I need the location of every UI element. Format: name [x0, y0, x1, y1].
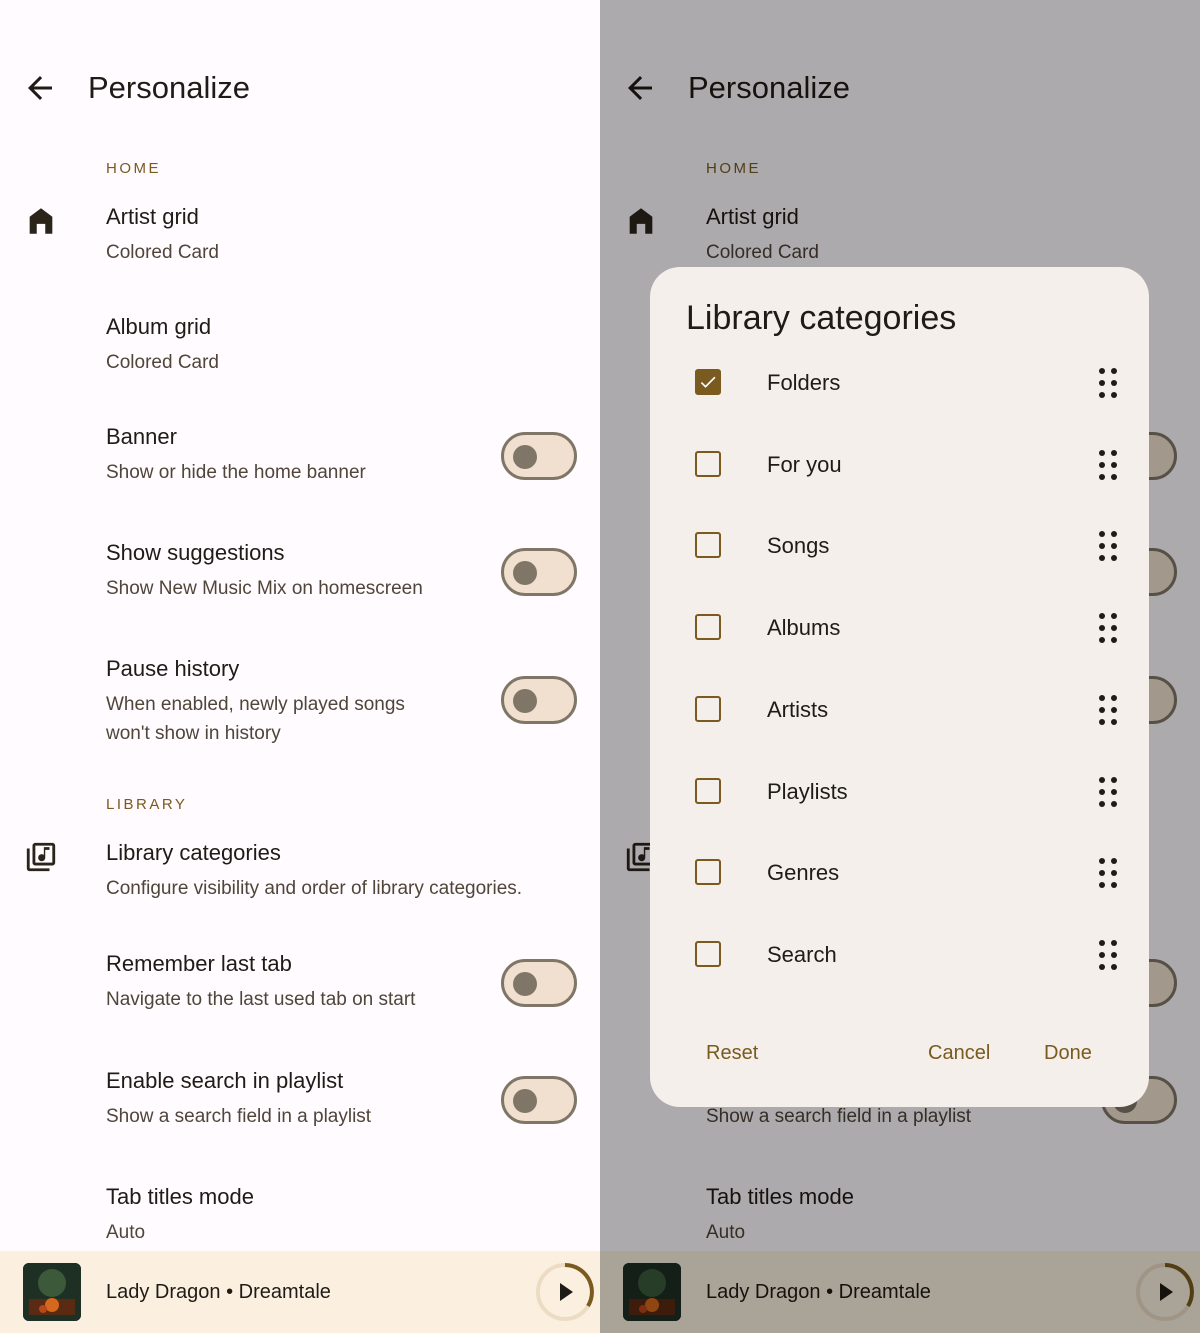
- setting-title: Pause history: [106, 656, 240, 681]
- category-checkbox[interactable]: [695, 532, 721, 559]
- suggestions-toggle[interactable]: [501, 548, 577, 596]
- home-icon: [29, 208, 53, 234]
- settings-screen: Personalize HOME Artist grid Colored Car…: [0, 0, 600, 1333]
- category-checkbox[interactable]: [695, 940, 721, 967]
- category-row[interactable]: Albums: [650, 596, 1149, 660]
- setting-title: Remember last tab: [106, 951, 292, 976]
- setting-subtitle: Colored Card: [106, 352, 219, 373]
- category-checkbox[interactable]: [695, 859, 721, 886]
- category-label: Artists: [767, 696, 829, 722]
- drag-handle-icon[interactable]: [1097, 694, 1119, 725]
- top-app-bar: Personalize: [0, 50, 600, 130]
- cancel-button[interactable]: Cancel: [928, 1042, 990, 1065]
- album-grid-setting[interactable]: Album grid Colored Card: [0, 314, 600, 384]
- category-label: Folders: [767, 370, 841, 395]
- library-music-icon: [26, 842, 56, 872]
- check-icon: [700, 376, 716, 388]
- setting-subtitle: Colored Card: [106, 242, 219, 263]
- drag-handle-icon[interactable]: [1097, 368, 1119, 398]
- page-title: Personalize: [88, 70, 250, 105]
- setting-title: Artist grid: [106, 204, 199, 229]
- drag-handle-icon[interactable]: [1097, 776, 1119, 807]
- back-button[interactable]: [22, 70, 58, 106]
- search-in-playlist-setting[interactable]: Enable search in playlist Show a search …: [0, 1068, 600, 1138]
- arrow-left-icon: [28, 76, 52, 100]
- track-title: Lady Dragon • Dreamtale: [106, 1281, 331, 1303]
- banner-toggle[interactable]: [501, 432, 577, 480]
- category-checkbox[interactable]: [695, 450, 721, 477]
- dialog-title: Library categories: [686, 299, 957, 337]
- done-button[interactable]: Done: [1044, 1042, 1092, 1065]
- library-categories-setting[interactable]: Library categories Configure visibility …: [0, 840, 600, 910]
- setting-subtitle: Show or hide the home banner: [106, 462, 366, 483]
- category-label: Albums: [767, 615, 841, 641]
- setting-subtitle: Configure visibility and order of librar…: [106, 878, 523, 899]
- setting-subtitle: Auto: [106, 1222, 146, 1243]
- drag-handle-icon[interactable]: [1097, 858, 1119, 889]
- show-suggestions-setting[interactable]: Show suggestions Show New Music Mix on h…: [0, 540, 600, 610]
- category-checkbox[interactable]: [695, 777, 721, 804]
- setting-title: Banner: [106, 424, 177, 449]
- remember-tab-toggle[interactable]: [501, 959, 577, 1007]
- category-row[interactable]: Search: [650, 923, 1149, 987]
- setting-title: Show suggestions: [106, 540, 285, 565]
- drag-handle-icon[interactable]: [1097, 613, 1119, 644]
- play-button[interactable]: [534, 1261, 596, 1323]
- section-home-header: HOME: [106, 160, 161, 177]
- category-label: Playlists: [767, 778, 848, 804]
- settings-screen-with-dialog: Personalize HOME Artist grid Colored Car…: [600, 0, 1200, 1333]
- toggle-knob: [513, 445, 537, 469]
- category-row[interactable]: Folders: [650, 351, 1149, 415]
- toggle-knob: [513, 972, 537, 996]
- drag-handle-icon[interactable]: [1097, 939, 1119, 970]
- banner-setting[interactable]: Banner Show or hide the home banner: [0, 424, 600, 494]
- toggle-knob: [513, 1089, 537, 1113]
- drag-handle-icon[interactable]: [1097, 449, 1119, 480]
- setting-title: Enable search in playlist: [106, 1068, 344, 1093]
- category-label: Search: [767, 941, 837, 967]
- toggle-knob: [513, 689, 537, 713]
- setting-subtitle: When enabled, newly played songs won't s…: [106, 694, 405, 744]
- category-row[interactable]: Artists: [650, 678, 1149, 742]
- section-library-header: LIBRARY: [106, 796, 188, 813]
- category-checkbox[interactable]: [695, 695, 721, 722]
- category-checkbox[interactable]: [695, 614, 721, 641]
- category-row[interactable]: Genres: [650, 841, 1149, 905]
- play-icon: [560, 1283, 573, 1301]
- category-label: Genres: [767, 860, 840, 886]
- category-label: Songs: [767, 533, 830, 559]
- tab-titles-mode-setting[interactable]: Tab titles mode Auto: [0, 1184, 600, 1254]
- category-row[interactable]: For you: [650, 433, 1149, 497]
- toggle-knob: [513, 561, 537, 585]
- drag-handle-icon[interactable]: [1097, 531, 1119, 562]
- category-row[interactable]: Playlists: [650, 760, 1149, 824]
- pause-history-toggle[interactable]: [501, 676, 577, 724]
- pause-history-setting[interactable]: Pause history When enabled, newly played…: [0, 656, 600, 752]
- category-row[interactable]: Songs: [650, 514, 1149, 578]
- search-playlist-toggle[interactable]: [501, 1076, 577, 1124]
- category-checkbox[interactable]: [695, 369, 721, 395]
- reset-button[interactable]: Reset: [706, 1042, 758, 1065]
- setting-title: Library categories: [106, 840, 281, 865]
- library-categories-dialog: Library categories Folders For you Songs Al…: [650, 267, 1149, 1107]
- setting-title: Album grid: [106, 314, 212, 339]
- setting-title: Tab titles mode: [106, 1184, 254, 1209]
- remember-last-tab-setting[interactable]: Remember last tab Navigate to the last u…: [0, 951, 600, 1021]
- category-label: For you: [767, 451, 842, 477]
- mini-player[interactable]: Lady Dragon • Dreamtale: [0, 1251, 600, 1333]
- artist-grid-setting[interactable]: Artist grid Colored Card: [0, 204, 600, 274]
- album-art: [23, 1263, 81, 1321]
